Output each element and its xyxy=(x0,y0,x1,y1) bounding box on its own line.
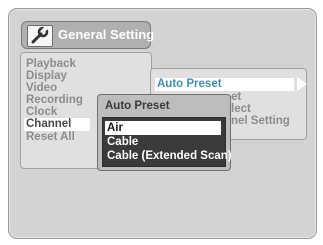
option-air[interactable]: Air xyxy=(105,121,221,135)
popup-title: Auto Preset xyxy=(105,100,170,112)
page-title: General Setting xyxy=(58,27,155,42)
title-bar: General Setting xyxy=(21,21,155,49)
menu-item-channel[interactable]: Channel xyxy=(24,118,90,131)
wrench-icon xyxy=(27,25,53,47)
popup-options-list: Air Cable Cable (Extended Scan) xyxy=(102,117,232,167)
option-cable-extended-scan[interactable]: Cable (Extended Scan) xyxy=(107,149,232,163)
submenu-item-auto-preset[interactable]: Auto Preset xyxy=(155,77,307,91)
arrow-right-icon xyxy=(297,77,307,91)
submenu-item-channel-setting[interactable]: nel Setting xyxy=(231,115,290,128)
menu-item-reset-all[interactable]: Reset All xyxy=(26,131,75,144)
option-cable[interactable]: Cable xyxy=(107,135,138,149)
auto-preset-popup: Auto Preset Air Cable Cable (Extended Sc… xyxy=(97,94,232,171)
settings-screen: General Setting Playback Display Video R… xyxy=(8,8,317,239)
submenu-item-label: Auto Preset xyxy=(157,78,222,90)
